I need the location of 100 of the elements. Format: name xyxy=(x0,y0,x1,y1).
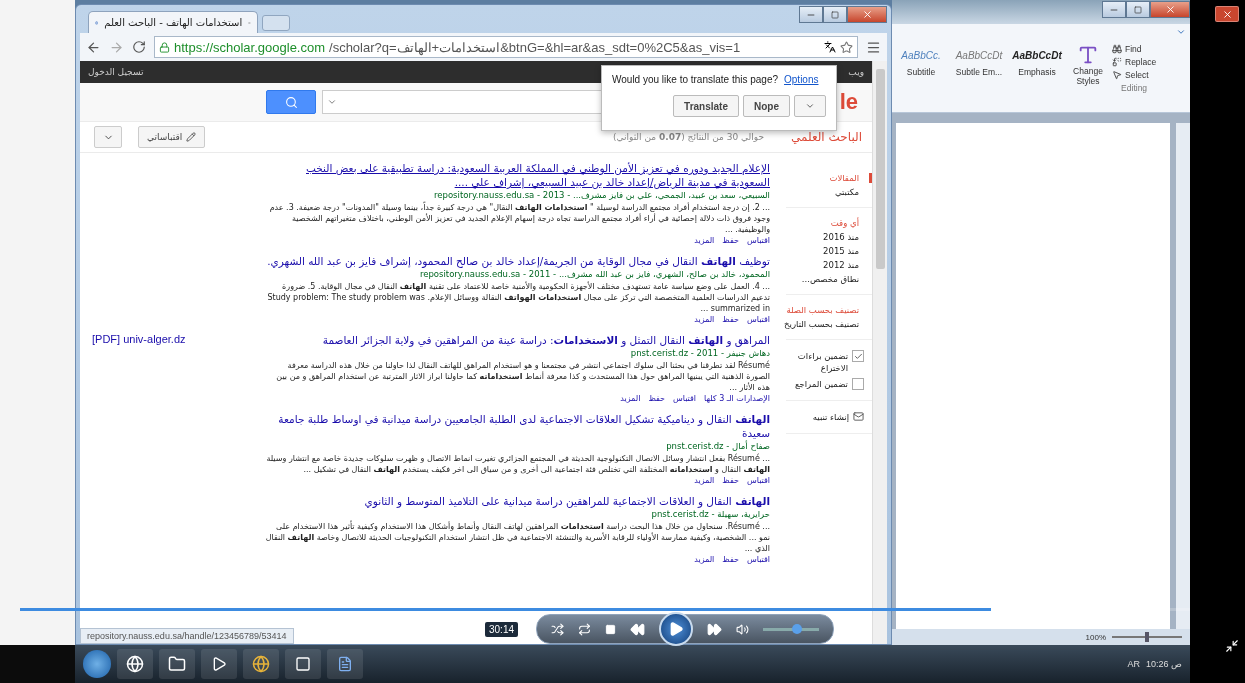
result-action-link[interactable]: المزيد xyxy=(694,476,715,485)
result-action-link[interactable]: اقتباس xyxy=(746,555,770,564)
result-title[interactable]: المراهق و الهاتف النقال التمثل و الاستخدامات: دراسة عينة من المراهقين في ولاية الجزائر العاصمة xyxy=(265,333,770,347)
maximize-icon xyxy=(1134,5,1142,14)
minimize-button[interactable] xyxy=(799,6,823,23)
sidebar-link[interactable]: مكتبتي xyxy=(786,187,872,197)
sidebar-link[interactable]: منذ 2012 xyxy=(786,260,872,270)
play-button[interactable] xyxy=(659,612,694,646)
change-styles-button[interactable]: Change Styles xyxy=(1068,42,1108,86)
find-button[interactable]: Find xyxy=(1112,44,1157,54)
folder-taskbar-button[interactable] xyxy=(159,649,195,679)
forward-button[interactable] xyxy=(109,39,124,55)
shuffle-button[interactable] xyxy=(551,622,565,636)
chrome-taskbar-button[interactable] xyxy=(243,649,279,679)
sidebar-link[interactable]: منذ 2015 xyxy=(786,246,872,256)
exit-fullscreen-button[interactable] xyxy=(1225,639,1239,653)
result-authors: المحمود، خالد بن صالح، الشهري، فايز بن عبد الله مشرف... - 2011 - repository.nauss.edu.sa xyxy=(418,269,770,280)
rewind-icon xyxy=(630,621,646,637)
close-button[interactable] xyxy=(847,6,887,23)
volume-button[interactable] xyxy=(736,622,750,636)
result-title[interactable]: الهاتف النقال و العلاقات الاجتماعية للمراهقين دراسة ميدانية على التلاميذ المتوسط و الثانوي xyxy=(265,494,770,508)
volume-thumb[interactable] xyxy=(791,623,802,634)
translate-icon[interactable] xyxy=(824,41,836,53)
sidebar-link[interactable]: تصنيف بحسب الصلة xyxy=(786,305,872,315)
result-action-link[interactable]: حفظ xyxy=(722,555,739,564)
lock-icon xyxy=(159,41,170,53)
result-action-link[interactable]: حفظ xyxy=(722,476,739,485)
video-taskbar-button[interactable] xyxy=(285,649,321,679)
result-action-link[interactable]: اقتباس xyxy=(746,236,770,245)
start-button[interactable] xyxy=(83,650,111,678)
style-tile[interactable]: AaBbCcDt Subtle Em... xyxy=(952,42,1006,77)
scrollbar[interactable] xyxy=(1176,123,1190,629)
translate-question: Would you like to translate this page? xyxy=(612,74,779,85)
result-action-link[interactable]: حفظ xyxy=(722,315,739,324)
result-action-link[interactable]: المزيد xyxy=(694,315,715,324)
caret-icon xyxy=(805,101,815,111)
zoom-thumb[interactable] xyxy=(1145,632,1149,642)
result-snippet: ... Résumé. سنحاول من خلال هذا البحث دراسة استخدامات المراهقين لهاتف النقال وأنماط وأشكال هذا الاستخدام وكيفية تأثير هذا الاستخدام على نمو ... الشخصية، وكيفية ممارسة الأولياء للرقابة الأسرية والتنشئة الاجتماعية في ظل انتشار استخدام التكنولوجيات الحديثة للاتصال وخاصة الهاتف النقال الذي ... xyxy=(265,521,770,554)
clock[interactable]: 10:26 ص xyxy=(1145,659,1182,669)
result-action-link[interactable]: الإصدارات الـ 3 كلها xyxy=(704,394,770,403)
checkbox[interactable] xyxy=(852,350,864,362)
back-button[interactable] xyxy=(86,39,101,55)
close-button[interactable] xyxy=(1150,1,1190,18)
options-link[interactable]: Options xyxy=(784,74,819,85)
maximize-button[interactable] xyxy=(823,6,847,23)
maximize-button[interactable] xyxy=(1126,1,1150,18)
result-action-link[interactable]: المزيد xyxy=(694,555,715,564)
stop-button[interactable] xyxy=(605,623,617,635)
create-alert-link[interactable]: إنشاء تنبيه xyxy=(812,411,849,423)
menu-button[interactable] xyxy=(866,39,881,55)
media-taskbar-button[interactable] xyxy=(201,649,237,679)
reload-button[interactable] xyxy=(132,40,146,54)
repeat-icon xyxy=(578,622,592,636)
my-citations-button[interactable]: اقتباساتي xyxy=(138,126,206,148)
checkbox[interactable] xyxy=(852,378,864,390)
minimize-button[interactable] xyxy=(1102,1,1126,18)
search-button[interactable] xyxy=(266,90,316,114)
mail-icon xyxy=(853,411,864,422)
style-tile[interactable]: AaBbCcDt Emphasis xyxy=(1010,42,1064,77)
browser-taskbar-button[interactable] xyxy=(117,649,153,679)
result-authors: السبيعي، سعد بن عبيد، الجمحي، علي بن فايز مشرف... - 2013 - repository.nauss.edu.sa xyxy=(432,190,770,201)
volume-icon xyxy=(736,622,750,636)
repeat-button[interactable] xyxy=(578,622,592,636)
pdf-link[interactable]: [PDF] univ-alger.dz xyxy=(80,333,265,403)
logo[interactable]: le xyxy=(839,89,858,115)
select-button[interactable]: Select xyxy=(1112,70,1157,80)
result-title[interactable]: الهاتف النقال و ديناميكية تشكيل العلاقات الاجتماعية لدى الطلبة الجامعيين دراسة ميدانية في اوساط طلبة جامعة سعيدة xyxy=(265,412,770,440)
fast-forward-button[interactable] xyxy=(707,621,723,637)
nope-button[interactable]: Nope xyxy=(743,95,790,117)
language-indicator[interactable]: AR xyxy=(1127,659,1140,669)
browser-tab[interactable]: استخدامات الهاتف - الباحث العلم xyxy=(88,11,258,33)
progress-bar[interactable] xyxy=(20,608,1190,611)
result-title[interactable]: توظيف الهاتف النقال في مجال الوقاية من الجريمة/إعداد خالد بن صالح المحمود، إشراف فايز بن عبد الله الشهري. xyxy=(265,254,770,268)
sidebar-link[interactable]: تصنيف بحسب التاريخ xyxy=(786,319,872,329)
rewind-button[interactable] xyxy=(630,621,646,637)
replace-button[interactable]: Replace xyxy=(1112,57,1157,67)
sidebar-link[interactable]: منذ 2016 xyxy=(786,232,872,242)
volume-slider[interactable] xyxy=(763,627,820,631)
result-action-link[interactable]: المزيد xyxy=(620,394,641,403)
result-action-link[interactable]: حفظ xyxy=(722,236,739,245)
sidebar-link[interactable]: أي وقت xyxy=(786,218,872,228)
pointer-icon xyxy=(1112,70,1122,80)
play-icon xyxy=(211,656,227,672)
result-action-link[interactable]: اقتباس xyxy=(673,394,697,403)
collapse-icon[interactable] xyxy=(1176,27,1186,37)
result-action-link[interactable]: اقتباس xyxy=(746,315,770,324)
style-tile[interactable]: AaBbCc. Subtitle xyxy=(894,42,948,77)
star-icon[interactable] xyxy=(840,40,853,54)
zoom-level: 100% xyxy=(1085,632,1106,642)
document-icon xyxy=(337,656,353,672)
result-action-link[interactable]: المزيد xyxy=(694,236,715,245)
scrollbar[interactable] xyxy=(872,61,887,644)
translate-button[interactable]: Translate xyxy=(673,95,739,117)
sign-in-link[interactable]: تسجيل الدخول xyxy=(88,67,144,77)
result-action-link[interactable]: حفظ xyxy=(648,394,665,403)
document-taskbar-button[interactable] xyxy=(327,649,363,679)
result-action-link[interactable]: اقتباس xyxy=(746,476,770,485)
result-title[interactable]: الإعلام الجديد ودوره في تعزيز الأمن الوطني في المملكة العربية السعودية: دراسة تطبيقية على بعض النخب السعودية في مدينة الرياض/إعداد خالد بن عبيد السبيعي، إشراف علي .... xyxy=(265,161,770,189)
sidebar-link[interactable]: نطاق مخصص... xyxy=(786,274,872,284)
web-link[interactable]: ويب xyxy=(848,67,864,77)
